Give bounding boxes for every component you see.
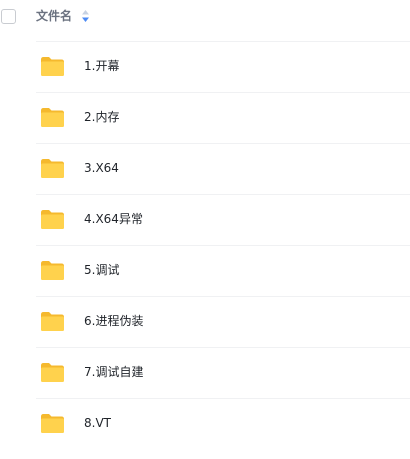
file-name[interactable]: 8.VT — [84, 415, 111, 431]
row-divider — [36, 398, 410, 399]
sort-updown-icon[interactable] — [82, 10, 89, 22]
row-divider — [36, 194, 410, 195]
file-list-header: 文件名 — [0, 0, 410, 33]
row-divider — [36, 92, 410, 93]
file-name[interactable]: 1.开幕 — [84, 58, 119, 74]
file-name[interactable]: 3.X64 — [84, 160, 119, 176]
column-title-filename[interactable]: 文件名 — [36, 8, 72, 24]
file-row[interactable]: 4.X64异常 — [0, 194, 410, 245]
file-row[interactable]: 5.调试 — [0, 245, 410, 296]
file-list: 1.开幕 2.内存 3.X64 4.X64异常 5.调试 6.进程伪装 7.调试自建 8.VT — [0, 41, 410, 449]
folder-icon — [41, 363, 64, 382]
file-name[interactable]: 6.进程伪装 — [84, 313, 143, 329]
folder-icon — [41, 108, 64, 127]
file-name[interactable]: 4.X64异常 — [84, 211, 143, 227]
folder-icon — [41, 57, 64, 76]
file-row[interactable]: 3.X64 — [0, 143, 410, 194]
folder-icon — [41, 159, 64, 178]
file-row[interactable]: 2.内存 — [0, 92, 410, 143]
row-divider — [36, 296, 410, 297]
file-name[interactable]: 5.调试 — [84, 262, 119, 278]
file-name[interactable]: 7.调试自建 — [84, 364, 143, 380]
file-row[interactable]: 8.VT — [0, 398, 410, 449]
folder-icon — [41, 261, 64, 280]
row-divider — [36, 347, 410, 348]
row-divider — [36, 245, 410, 246]
row-divider — [36, 143, 410, 144]
folder-icon — [41, 210, 64, 229]
file-row[interactable]: 1.开幕 — [0, 41, 410, 92]
file-row[interactable]: 6.进程伪装 — [0, 296, 410, 347]
file-row[interactable]: 7.调试自建 — [0, 347, 410, 398]
file-name[interactable]: 2.内存 — [84, 109, 119, 125]
folder-icon — [41, 312, 64, 331]
folder-icon — [41, 414, 64, 433]
select-all-checkbox[interactable] — [1, 9, 16, 24]
row-divider — [36, 41, 410, 42]
